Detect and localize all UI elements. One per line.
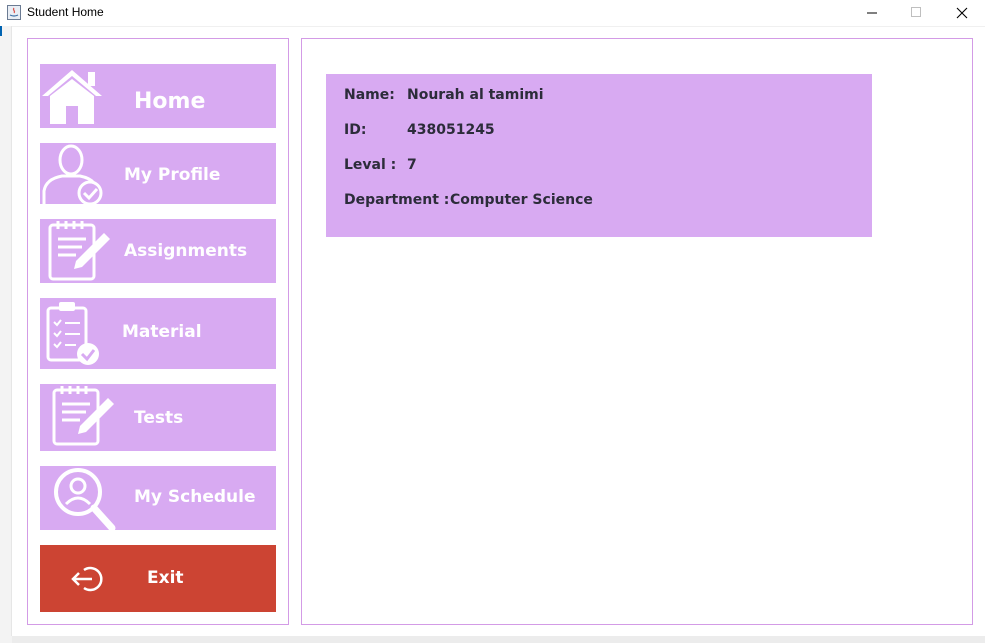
notepad-pencil-icon [48,221,110,281]
home-label: Home [134,89,206,114]
level-label: Leval : [344,157,397,173]
user-search-icon [54,468,116,530]
tests-button[interactable]: Tests [40,384,276,451]
level-value: 7 [407,157,417,173]
close-button[interactable] [939,0,985,26]
my-profile-label: My Profile [124,165,221,185]
title-bar: Student Home [0,0,985,27]
id-row: ID: 438051245 [344,122,495,138]
id-value: 438051245 [407,122,495,138]
department-label: Department : [344,192,450,208]
material-label: Material [122,322,202,342]
student-info-card: Name: Nourah al tamimi ID: 438051245 Lev… [326,74,872,237]
name-label: Name: [344,87,395,103]
id-label: ID: [344,122,367,138]
assignments-button[interactable]: Assignments [40,219,276,283]
name-row: Name: Nourah al tamimi [344,87,544,103]
window-edge [11,26,12,636]
level-row: Leval : 7 [344,157,417,173]
my-profile-button[interactable]: My Profile [40,143,276,204]
department-row: Department : Computer Science [344,192,593,208]
home-icon [42,70,102,124]
java-app-icon [7,5,21,20]
maximize-button[interactable] [893,0,939,26]
user-check-icon [42,144,103,204]
exit-label: Exit [147,568,184,588]
tests-label: Tests [134,408,184,428]
home-button[interactable]: Home [40,64,276,128]
my-schedule-button[interactable]: My Schedule [40,466,276,530]
name-value: Nourah al tamimi [407,87,544,103]
window-bottom-edge [12,636,985,643]
sign-out-icon [71,566,103,592]
minimize-button[interactable] [849,0,895,26]
material-button[interactable]: Material [40,298,276,369]
notepad-pencil-icon [52,386,114,446]
assignments-label: Assignments [124,241,248,261]
my-schedule-label: My Schedule [134,487,256,507]
department-value: Computer Science [450,192,593,208]
exit-button[interactable]: Exit [40,545,276,612]
background-accent [0,26,2,36]
clipboard-check-icon [46,302,99,365]
window-title: Student Home [27,5,104,19]
